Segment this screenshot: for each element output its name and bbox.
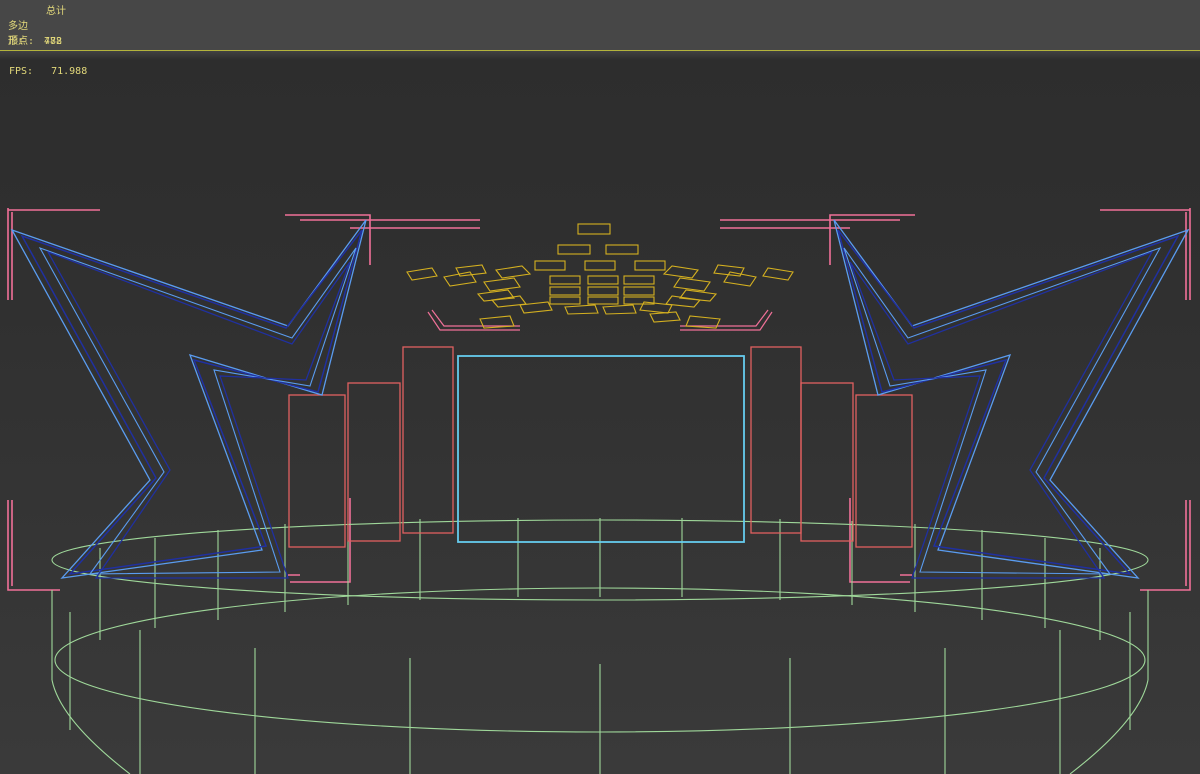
light-fixture [587,286,619,296]
pillar-right-outer [855,394,913,548]
light-fixture [623,286,655,296]
light-fixture [673,277,711,292]
light-fixture [649,311,681,323]
light-fixture [602,304,637,315]
pillar-left-outer [288,394,346,548]
stats-vertices-row: 顶点: 488 [8,34,62,49]
light-fixture [605,244,639,255]
light-fixture [483,277,521,292]
bracket-center-left-top [285,214,480,265]
light-fixture [549,296,581,305]
stats-vertices-label: 顶点: [8,36,35,47]
light-fixture [587,275,619,285]
light-fixture [577,223,611,235]
stage-lights [406,223,794,329]
bracket-left-bottom [7,500,60,591]
bracket-center-left-bottom [288,498,351,583]
pillar-right-inner [750,346,802,534]
light-fixture [587,296,619,305]
bracket-center-right-bottom [849,498,912,583]
light-fixture [443,271,477,287]
light-fixture [406,267,438,281]
pillar-left-mid [347,382,401,542]
light-fixture [623,275,655,285]
star-panel-right [833,219,1190,579]
bracket-right-bottom [1140,500,1191,591]
corner-brackets [7,208,1191,591]
backdrop-pillars [288,346,913,548]
light-fixture [549,275,581,285]
wireframe-viewport[interactable] [0,52,1200,774]
light-fixture [557,244,591,255]
light-fixture [634,260,666,271]
stats-vertices-value: 488 [44,36,63,47]
light-fixture [762,267,794,281]
light-fixture [662,265,699,279]
bracket-center-right-top [720,214,915,265]
light-fixture [723,271,757,287]
light-fixture [564,304,599,315]
light-fixture [495,265,532,279]
light-fixture [549,286,581,296]
light-truss [427,309,773,331]
light-fixture [534,260,566,271]
light-fixture [584,260,616,271]
pillar-left-inner [402,346,454,534]
stats-total-title: 总计 [46,6,66,17]
led-screen [457,355,745,543]
viewport-stats-panel: 总计 多边形: 772 顶点: 488 [0,0,1200,51]
star-panel-left [10,219,367,579]
pillar-right-mid [800,382,854,542]
